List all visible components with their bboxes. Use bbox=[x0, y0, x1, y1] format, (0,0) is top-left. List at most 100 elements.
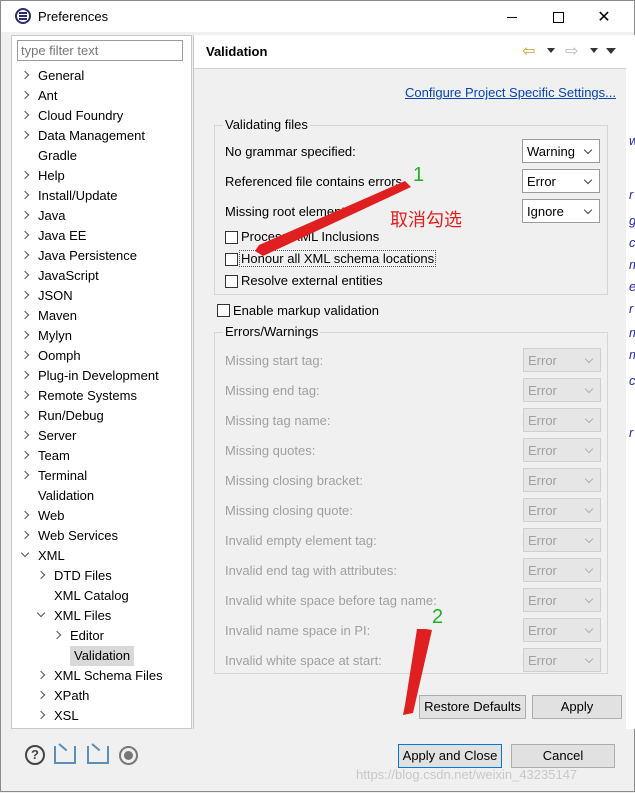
chevron-right-icon[interactable] bbox=[20, 430, 30, 440]
error-setting-value: Error bbox=[528, 533, 557, 548]
title-bar[interactable]: Preferences ✕ bbox=[1, 1, 634, 32]
background-editor-char: m bbox=[629, 257, 635, 272]
chevron-right-icon[interactable] bbox=[36, 690, 46, 700]
minimize-button[interactable] bbox=[489, 1, 535, 32]
error-setting-combo: Error bbox=[523, 528, 601, 552]
error-setting-label: Missing start tag: bbox=[225, 353, 324, 368]
referenced-file-combo[interactable]: Error bbox=[522, 169, 600, 193]
chevron-right-icon[interactable] bbox=[20, 310, 30, 320]
apply-button[interactable]: Apply bbox=[532, 695, 622, 719]
chevron-right-icon[interactable] bbox=[36, 670, 46, 680]
chevron-right-icon[interactable] bbox=[20, 370, 30, 380]
error-setting-value: Error bbox=[528, 413, 557, 428]
chevron-right-icon[interactable] bbox=[36, 710, 46, 720]
tree-item-label: JSON bbox=[38, 288, 73, 303]
chevron-right-icon[interactable] bbox=[20, 130, 30, 140]
chevron-right-icon[interactable] bbox=[52, 630, 62, 640]
chevron-right-icon[interactable] bbox=[20, 70, 30, 80]
background-editor-char: w bbox=[629, 133, 635, 148]
error-setting-combo: Error bbox=[523, 498, 601, 522]
error-setting-combo: Error bbox=[523, 588, 601, 612]
chevron-right-icon[interactable] bbox=[20, 350, 30, 360]
forward-arrow-icon[interactable]: ⇨ bbox=[565, 41, 578, 60]
view-menu-icon[interactable] bbox=[606, 48, 616, 54]
background-editor-strip: wrgcmermmcr bbox=[626, 35, 635, 729]
background-editor-char: m bbox=[629, 325, 635, 340]
annotation-step-1: 1 bbox=[413, 164, 425, 186]
tree-item-label: XSL bbox=[54, 708, 79, 723]
export-preferences-icon[interactable] bbox=[87, 746, 109, 764]
background-editor-char: c bbox=[629, 235, 635, 250]
record-preferences-icon[interactable] bbox=[119, 746, 138, 765]
chevron-right-icon[interactable] bbox=[20, 230, 30, 240]
background-editor-char: r bbox=[629, 301, 634, 316]
error-setting-value: Error bbox=[528, 563, 557, 578]
help-icon[interactable]: ? bbox=[25, 745, 45, 765]
chevron-right-icon[interactable] bbox=[20, 510, 30, 520]
process-xml-inclusions-checkbox[interactable] bbox=[225, 231, 238, 244]
tree-item-label: JavaScript bbox=[38, 268, 99, 283]
minimize-icon bbox=[507, 17, 517, 18]
chevron-down-icon bbox=[583, 205, 593, 215]
honour-schema-locations-checkbox[interactable] bbox=[225, 253, 238, 266]
tree-item-label: DTD Files bbox=[54, 568, 112, 583]
background-editor-char: e bbox=[629, 279, 635, 294]
error-setting-combo: Error bbox=[523, 408, 601, 432]
tree-item-label: Install/Update bbox=[38, 188, 118, 203]
chevron-right-icon[interactable] bbox=[20, 530, 30, 540]
chevron-down-icon[interactable] bbox=[36, 608, 46, 618]
back-history-dropdown-icon[interactable] bbox=[547, 48, 555, 53]
chevron-right-icon[interactable] bbox=[36, 570, 46, 580]
tree-item-label: Editor bbox=[70, 628, 104, 643]
chevron-down-icon bbox=[584, 624, 594, 634]
preferences-window: Preferences ✕ General Ant Cloud Foundry Dat… bbox=[0, 0, 635, 792]
chevron-right-icon[interactable] bbox=[20, 210, 30, 220]
tree-item-label: XML bbox=[38, 548, 65, 563]
chevron-down-icon bbox=[583, 175, 593, 185]
chevron-right-icon[interactable] bbox=[20, 290, 30, 300]
configure-project-settings-link[interactable]: Configure Project Specific Settings... bbox=[405, 85, 616, 100]
chevron-right-icon[interactable] bbox=[20, 190, 30, 200]
tree-item-label: Run/Debug bbox=[38, 408, 104, 423]
missing-root-combo[interactable]: Ignore bbox=[522, 199, 600, 223]
back-arrow-icon[interactable]: ⇦ bbox=[522, 41, 535, 60]
missing-root-label: Missing root element: bbox=[225, 204, 349, 219]
annotation-note: 取消勾选 bbox=[390, 210, 462, 231]
chevron-right-icon[interactable] bbox=[20, 450, 30, 460]
chevron-down-icon[interactable] bbox=[20, 548, 30, 558]
filter-input[interactable] bbox=[17, 40, 183, 61]
chevron-right-icon[interactable] bbox=[20, 470, 30, 480]
resolve-external-entities-checkbox[interactable] bbox=[225, 275, 238, 288]
referenced-file-label: Referenced file contains errors bbox=[225, 174, 403, 189]
close-button[interactable]: ✕ bbox=[581, 1, 627, 32]
process-xml-inclusions-label[interactable]: Process XML Inclusions bbox=[241, 229, 379, 244]
apply-and-close-button[interactable]: Apply and Close bbox=[398, 744, 502, 768]
chevron-right-icon[interactable] bbox=[20, 390, 30, 400]
tree-item-label: Help bbox=[38, 168, 65, 183]
maximize-button[interactable] bbox=[535, 1, 581, 32]
background-editor-char: c bbox=[629, 373, 635, 388]
cancel-button[interactable]: Cancel bbox=[511, 744, 615, 768]
enable-markup-validation-checkbox[interactable] bbox=[217, 304, 230, 317]
import-preferences-icon[interactable] bbox=[54, 746, 76, 764]
enable-markup-validation-label[interactable]: Enable markup validation bbox=[233, 303, 379, 318]
window-title: Preferences bbox=[38, 9, 109, 24]
honour-schema-locations-label[interactable]: Honour all XML schema locations bbox=[239, 250, 437, 267]
chevron-right-icon[interactable] bbox=[20, 330, 30, 340]
chevron-right-icon[interactable] bbox=[20, 90, 30, 100]
error-setting-combo: Error bbox=[523, 648, 601, 672]
restore-defaults-button[interactable]: Restore Defaults bbox=[419, 695, 526, 719]
no-grammar-combo[interactable]: Warning bbox=[522, 139, 600, 163]
chevron-right-icon[interactable] bbox=[20, 270, 30, 280]
error-setting-label: Missing closing quote: bbox=[225, 503, 353, 518]
forward-history-dropdown-icon[interactable] bbox=[590, 48, 598, 53]
errors-warnings-group: Errors/Warnings Missing start tag: Error M… bbox=[214, 324, 608, 674]
tree-item-label: Ant bbox=[38, 88, 58, 103]
chevron-right-icon[interactable] bbox=[20, 410, 30, 420]
chevron-right-icon[interactable] bbox=[20, 170, 30, 180]
eclipse-app-icon bbox=[15, 8, 31, 24]
resolve-external-entities-label[interactable]: Resolve external entities bbox=[241, 273, 383, 288]
chevron-down-icon bbox=[584, 414, 594, 424]
chevron-right-icon[interactable] bbox=[20, 250, 30, 260]
chevron-right-icon[interactable] bbox=[20, 110, 30, 120]
